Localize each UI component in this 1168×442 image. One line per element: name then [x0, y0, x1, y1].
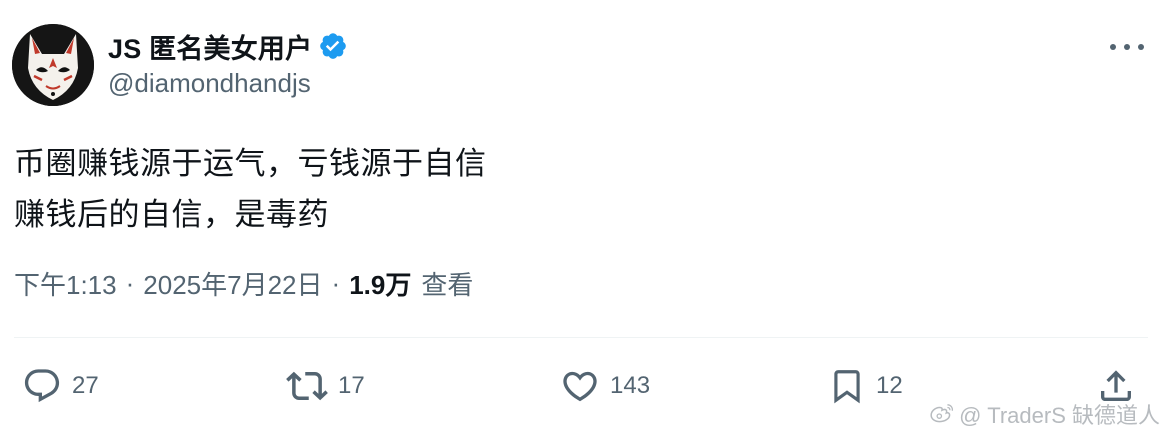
weibo-logo-icon — [930, 404, 954, 423]
more-dot — [1138, 44, 1144, 50]
more-dot — [1110, 44, 1116, 50]
tweet-text-line: 赚钱后的自信，是毒药 — [14, 197, 329, 232]
views-label: 查看 — [421, 269, 474, 300]
tweet-card: JS 匿名美女用户 @diamondhandjs 币圈赚钱源于运气，亏钱源于自信… — [0, 0, 1168, 442]
heart-icon — [563, 371, 597, 402]
tweet-time[interactable]: 下午1:13 — [14, 265, 117, 302]
fox-mask-icon — [12, 24, 94, 106]
more-dot — [1124, 44, 1130, 50]
views-count: 1.9万 — [349, 269, 412, 300]
verified-badge-icon[interactable] — [318, 31, 348, 61]
reply-icon — [24, 369, 60, 403]
retweet-button[interactable]: 17 — [286, 366, 365, 406]
reply-button[interactable]: 27 — [22, 366, 99, 406]
watermark: @ TraderS 缺德道人 — [929, 398, 1160, 430]
author-name-row: JS 匿名美女用户 — [108, 28, 348, 64]
more-options-icon[interactable] — [1110, 40, 1144, 54]
tweet-text-line: 币圈赚钱源于运气，亏钱源于自信 — [14, 146, 487, 181]
meta-separator: · — [331, 267, 341, 298]
meta-separator: · — [125, 267, 135, 298]
bookmark-count: 12 — [876, 372, 903, 399]
tweet-date[interactable]: 2025年7月22日 — [143, 265, 322, 302]
like-button[interactable]: 143 — [560, 366, 650, 406]
watermark-text: @ TraderS 缺德道人 — [959, 403, 1160, 428]
avatar[interactable] — [12, 24, 94, 106]
bookmark-icon — [834, 370, 860, 404]
author-handle[interactable]: @diamondhandjs — [108, 68, 311, 99]
display-name[interactable]: JS 匿名美女用户 — [108, 27, 312, 66]
retweet-count: 17 — [338, 372, 365, 399]
tweet-meta: 下午1:13 · 2025年7月22日 · 1.9万 查看 — [14, 265, 473, 301]
reply-count: 27 — [72, 372, 99, 399]
retweet-icon — [286, 371, 328, 401]
like-count: 143 — [610, 372, 651, 399]
divider — [14, 337, 1148, 338]
bookmark-button[interactable]: 12 — [828, 366, 903, 406]
